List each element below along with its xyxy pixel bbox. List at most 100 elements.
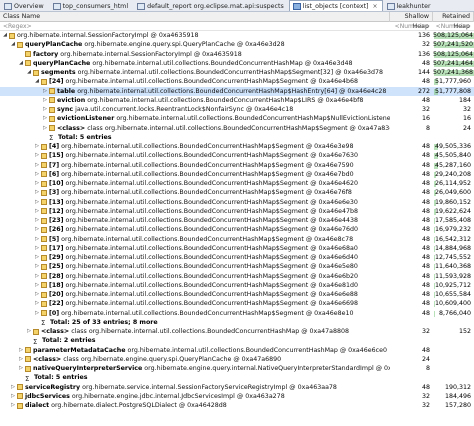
shallow-filter-input[interactable]: <Numeric>	[390, 22, 433, 31]
close-icon[interactable]: ×	[373, 3, 378, 10]
class-name-cell: Σ Total: 25 of 33 entries; 8 more	[0, 318, 390, 327]
object-label: org.hibernate.service.internal.SessionFa…	[82, 383, 337, 391]
collapse-arrow-icon[interactable]: ◢	[34, 77, 40, 86]
table-row[interactable]: ▷ [4] org.hibernate.internal.util.collecti…	[0, 142, 474, 151]
table-row[interactable]: Σ Total: 5 entries	[0, 373, 474, 382]
object-icon	[25, 51, 31, 58]
expand-arrow-icon[interactable]: ▷	[34, 198, 40, 207]
column-header-shallow-heap[interactable]: Shallow Heap	[390, 12, 433, 30]
table-row[interactable]: ▷ [23] org.hibernate.internal.util.collect…	[0, 216, 474, 225]
expand-arrow-icon[interactable]: ▷	[34, 309, 40, 318]
expand-arrow-icon[interactable]: ▷	[34, 188, 40, 197]
expand-arrow-icon[interactable]: ▷	[34, 142, 40, 151]
total-label: Total: 5 entries	[58, 133, 112, 141]
expand-arrow-icon[interactable]: ▷	[18, 346, 24, 355]
table-row[interactable]: ▷ <class> class org.hibernate.internal.uti…	[0, 327, 474, 336]
table-row[interactable]: ▷ table org.hibernate.internal.util.collec…	[0, 86, 474, 96]
retained-filter-input[interactable]: <Numeric>	[433, 22, 474, 31]
collapse-arrow-icon[interactable]: ◢	[26, 68, 32, 77]
table-row[interactable]: ▷ dialect org.hibernate.dialect.PostgreSQL…	[0, 401, 474, 410]
table-row[interactable]: ▷ [18] org.hibernate.internal.util.collect…	[0, 281, 474, 290]
table-row[interactable]: ▷ [6] org.hibernate.internal.util.collecti…	[0, 170, 474, 179]
table-row[interactable]: ▷ nativeQueryInterpreterService org.hibern…	[0, 364, 474, 373]
expand-arrow-icon[interactable]: ▷	[18, 355, 24, 364]
table-row[interactable]: ◢ segments org.hibernate.internal.util.col…	[0, 68, 474, 77]
table-row[interactable]: ▷ [22] org.hibernate.internal.util.collect…	[0, 299, 474, 308]
collapse-arrow-icon[interactable]: ◢	[10, 40, 16, 49]
column-header-retained-heap[interactable]: Retained Heap	[433, 12, 474, 30]
table-row[interactable]: ▷ sync java.util.concurrent.locks.Reentran…	[0, 105, 474, 114]
expand-arrow-icon[interactable]: ▷	[34, 262, 40, 271]
expand-arrow-icon[interactable]: ▷	[10, 383, 16, 392]
expand-arrow-icon[interactable]: ▷	[42, 124, 48, 133]
expand-arrow-icon[interactable]: ▷	[10, 401, 16, 410]
table-row[interactable]: ▷ [26] org.hibernate.internal.util.collect…	[0, 225, 474, 234]
expand-arrow-icon[interactable]: ▷	[34, 179, 40, 188]
expand-arrow-icon[interactable]: ▷	[34, 170, 40, 179]
table-row[interactable]: ▷ [7] org.hibernate.internal.util.collecti…	[0, 161, 474, 170]
class-name-cell: ▷ sync java.util.concurrent.locks.Reentran…	[0, 105, 390, 114]
expand-arrow-icon[interactable]: ▷	[34, 290, 40, 299]
expand-arrow-icon[interactable]: ▷	[42, 96, 48, 105]
table-row[interactable]: ▷ [13] org.hibernate.internal.util.collect…	[0, 198, 474, 207]
expand-arrow-icon[interactable]: ▷	[10, 392, 16, 401]
expand-arrow-icon[interactable]: ▷	[42, 114, 48, 123]
table-row[interactable]: ▷ eviction org.hibernate.internal.util.col…	[0, 96, 474, 105]
total-label: Total: 25 of 33 entries; 8 more	[50, 318, 158, 326]
table-row[interactable]: ▷ <class> class org.hibernate.engine.query…	[0, 355, 474, 364]
expand-arrow-icon[interactable]: ▷	[18, 364, 24, 373]
expand-arrow-icon[interactable]: ▷	[34, 253, 40, 262]
table-row[interactable]: ▷ [29] org.hibernate.internal.util.collect…	[0, 253, 474, 262]
tab-1[interactable]: top_consumers_html	[49, 0, 133, 11]
collapse-arrow-icon[interactable]: ◢	[2, 31, 8, 40]
column-header-class-name[interactable]: Class Name	[0, 12, 390, 22]
tab-0[interactable]: Overview	[0, 0, 49, 11]
table-row[interactable]: ▷ jdbcServices org.hibernate.engine.jdbc.i…	[0, 392, 474, 401]
expand-arrow-icon[interactable]: ▷	[34, 151, 40, 160]
table-row[interactable]: ▷ [17] org.hibernate.internal.util.collect…	[0, 244, 474, 253]
table-row[interactable]: ▷ serviceRegistry org.hibernate.service.in…	[0, 383, 474, 392]
expand-arrow-icon[interactable]: ▷	[42, 105, 48, 114]
regex-filter-input[interactable]: <Regex>	[3, 22, 32, 31]
table-row[interactable]: ▷ [10] org.hibernate.internal.util.collect…	[0, 179, 474, 188]
expand-arrow-icon[interactable]: ▷	[26, 327, 32, 336]
table-row[interactable]: ▷ [25] org.hibernate.internal.util.collect…	[0, 262, 474, 271]
shallow-heap-cell: 48	[421, 346, 430, 354]
expand-arrow-icon[interactable]: ▷	[34, 225, 40, 234]
table-row[interactable]: ▷ [5] org.hibernate.internal.util.collecti…	[0, 235, 474, 244]
table-row[interactable]: ◢ [24] org.hibernate.internal.util.collect…	[0, 77, 474, 86]
expand-arrow-icon[interactable]: ▷	[34, 281, 40, 290]
tab-3[interactable]: list_objects [context] ×	[288, 0, 383, 11]
table-row[interactable]: ▷ parameterMetadataCache org.hibernate.int…	[0, 346, 474, 355]
table-row[interactable]: ▷ [0] org.hibernate.internal.util.collecti…	[0, 309, 474, 318]
table-row[interactable]: ▷ [12] org.hibernate.internal.util.collect…	[0, 207, 474, 216]
table-row[interactable]: Σ Total: 2 entries	[0, 336, 474, 345]
expand-arrow-icon[interactable]: ▷	[34, 299, 40, 308]
table-row[interactable]: ▷ <class> class org.hibernate.internal.uti…	[0, 124, 474, 133]
expand-arrow-icon[interactable]: ▷	[34, 161, 40, 170]
table-row[interactable]: ▷ [20] org.hibernate.internal.util.collect…	[0, 290, 474, 299]
expand-arrow-icon[interactable]: ▷	[34, 207, 40, 216]
table-row[interactable]: Σ Total: 25 of 33 entries; 8 more	[0, 318, 474, 327]
expand-arrow-icon[interactable]: ▷	[34, 216, 40, 225]
tab-4[interactable]: leakhunter	[383, 0, 436, 11]
table-row[interactable]: ▷ [3] org.hibernate.internal.util.collecti…	[0, 188, 474, 197]
table-row[interactable]: factory org.hibernate.internal.SessionFac…	[0, 50, 474, 59]
table-row[interactable]: ◢ queryPlanCache org.hibernate.internal.ut…	[0, 59, 474, 68]
table-row[interactable]: ◢ org.hibernate.internal.SessionFactoryIm…	[0, 31, 474, 40]
table-row[interactable]: ▷ [28] org.hibernate.internal.util.collect…	[0, 272, 474, 281]
table-row[interactable]: ◢ queryPlanCache org.hibernate.engine.quer…	[0, 40, 474, 49]
expand-arrow-icon[interactable]: ▷	[34, 244, 40, 253]
table-row[interactable]: ▷ evictionListener org.hibernate.internal.…	[0, 114, 474, 123]
expand-arrow-icon[interactable]: ▷	[34, 272, 40, 281]
retained-heap-cell: 16,979,232	[434, 226, 471, 234]
collapse-arrow-icon[interactable]: ◢	[18, 59, 24, 68]
table-row[interactable]: Σ Total: 5 entries	[0, 133, 474, 142]
tab-2[interactable]: default_report org.eclipse.mat.api:suspe…	[133, 0, 289, 11]
field-name: <class>	[41, 328, 70, 335]
class-name-cell: ▷ [5] org.hibernate.internal.util.collecti…	[0, 235, 390, 244]
object-label: org.hibernate.internal.util.collections.…	[65, 226, 359, 234]
table-row[interactable]: ▷ [15] org.hibernate.internal.util.collect…	[0, 151, 474, 160]
expand-arrow-icon[interactable]: ▷	[42, 87, 48, 96]
expand-arrow-icon[interactable]: ▷	[34, 235, 40, 244]
